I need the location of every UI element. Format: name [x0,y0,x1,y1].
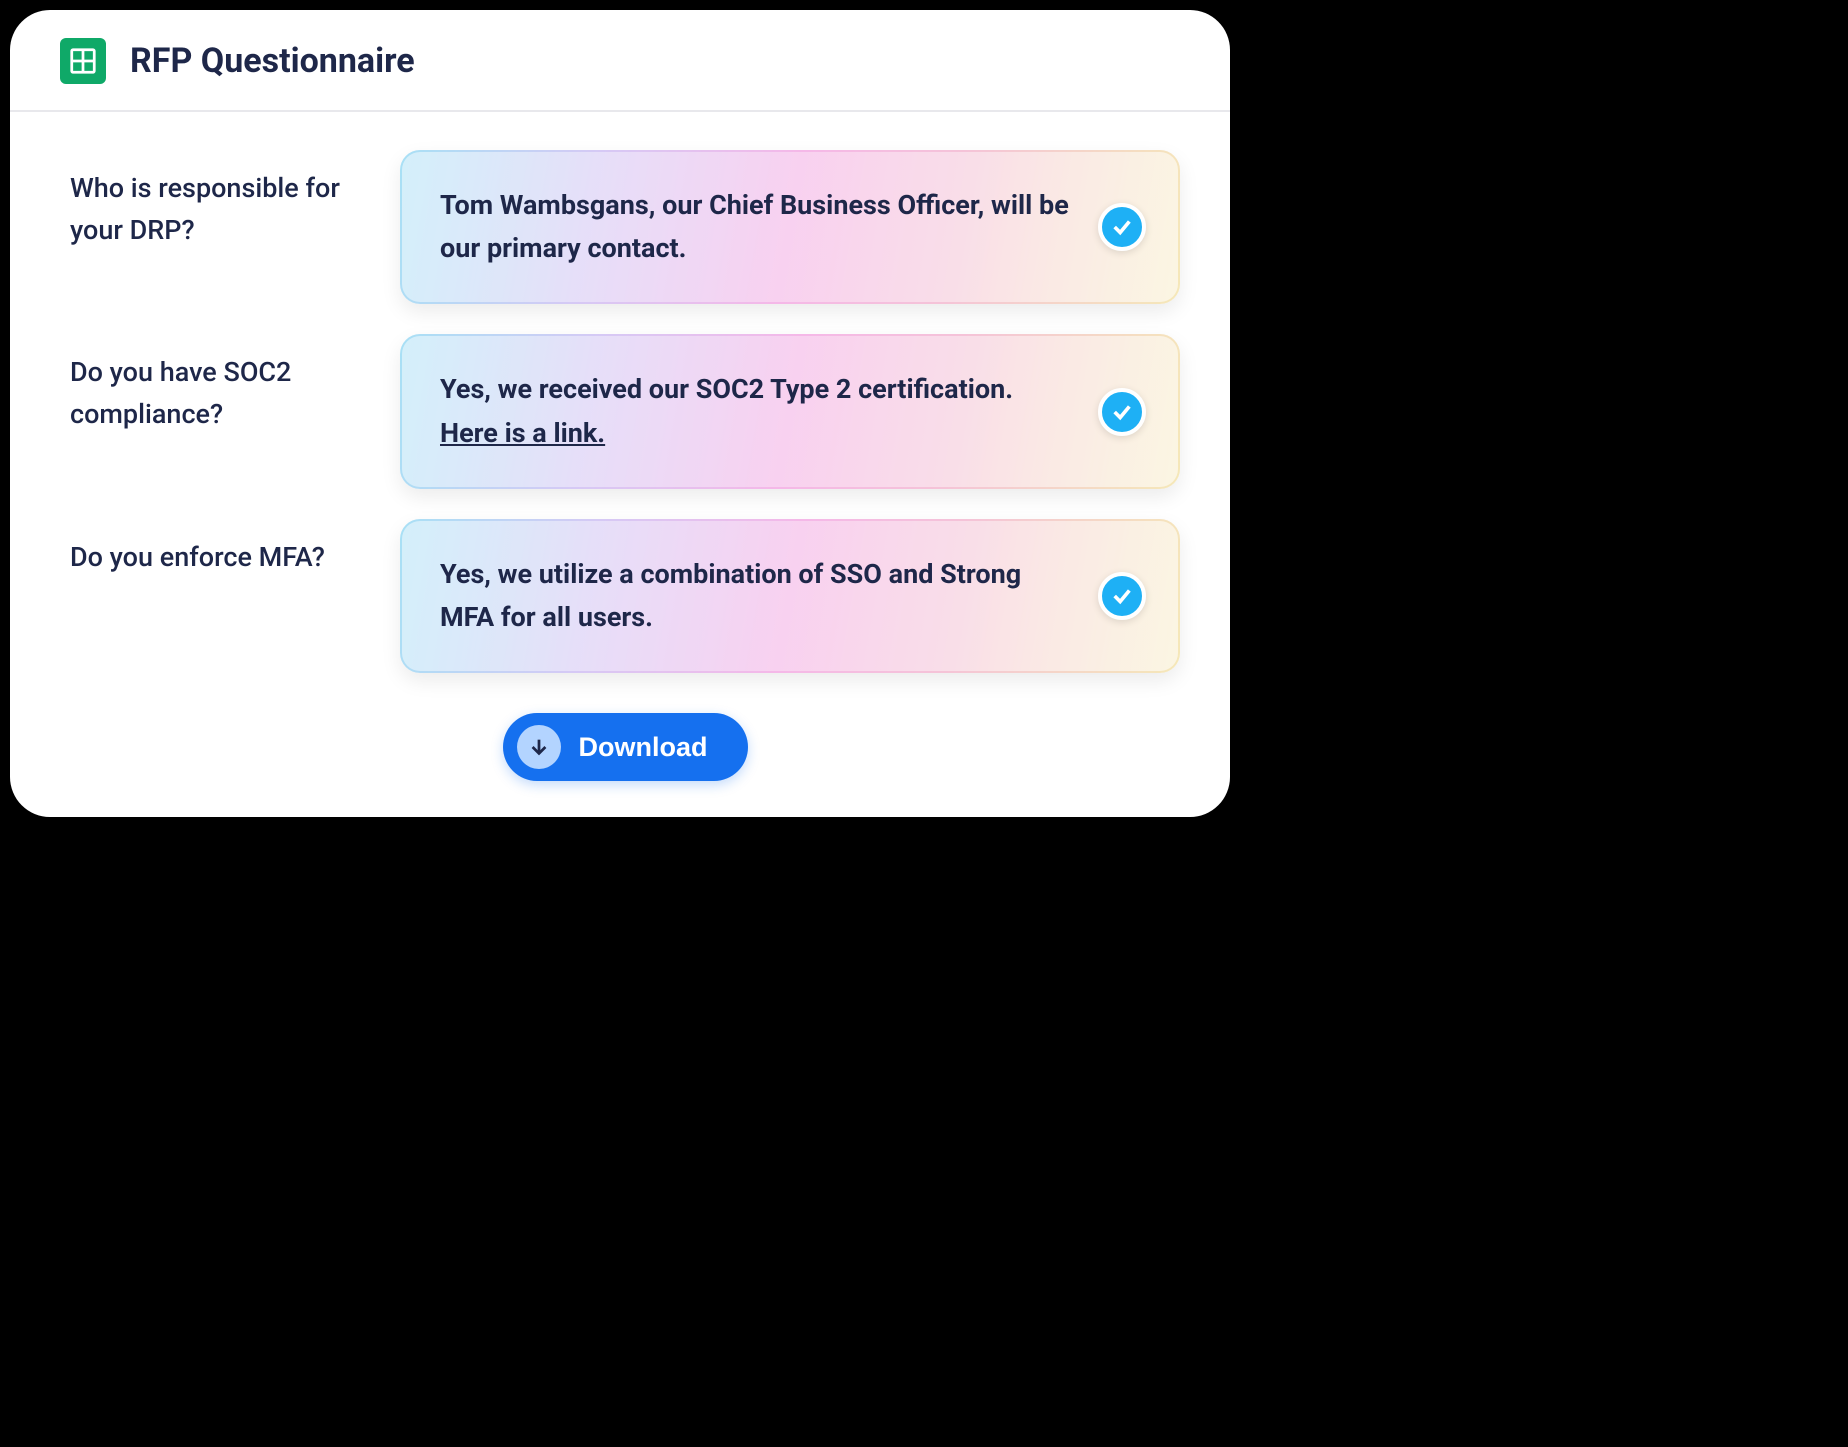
qa-row: Do you have SOC2 compliance? Yes, we rec… [70,334,1180,488]
answer-content: Yes, we received our SOC2 Type 2 certifi… [440,373,1013,405]
qa-row: Do you enforce MFA? Yes, we utilize a co… [70,519,1180,673]
question-text: Do you have SOC2 compliance? [70,334,360,436]
check-icon [1098,203,1146,251]
answer-box: Yes, we utilize a combination of SSO and… [400,519,1180,673]
header: RFP Questionnaire [10,10,1230,112]
download-label: Download [579,732,708,763]
qa-row: Who is responsible for your DRP? Tom Wam… [70,150,1180,304]
answer-box: Tom Wambsgans, our Chief Business Office… [400,150,1180,304]
download-arrow-icon [517,725,561,769]
answer-text: Yes, we received our SOC2 Type 2 certifi… [440,368,1074,454]
answer-content: Yes, we utilize a combination of SSO and… [440,558,1021,633]
check-icon [1098,572,1146,620]
check-icon [1098,388,1146,436]
answer-text: Tom Wambsgans, our Chief Business Office… [440,184,1074,270]
answer-content: Tom Wambsgans, our Chief Business Office… [440,189,1069,264]
question-text: Who is responsible for your DRP? [70,150,360,252]
download-button[interactable]: Download [503,713,748,781]
download-container: Download [70,713,1180,781]
answer-link[interactable]: Here is a link. [440,417,605,449]
questionnaire-card: RFP Questionnaire Who is responsible for… [10,10,1230,817]
spreadsheet-icon [60,38,106,84]
question-text: Do you enforce MFA? [70,519,360,579]
page-title: RFP Questionnaire [130,41,415,81]
answer-text: Yes, we utilize a combination of SSO and… [440,553,1074,639]
content-area: Who is responsible for your DRP? Tom Wam… [10,112,1230,817]
answer-box: Yes, we received our SOC2 Type 2 certifi… [400,334,1180,488]
